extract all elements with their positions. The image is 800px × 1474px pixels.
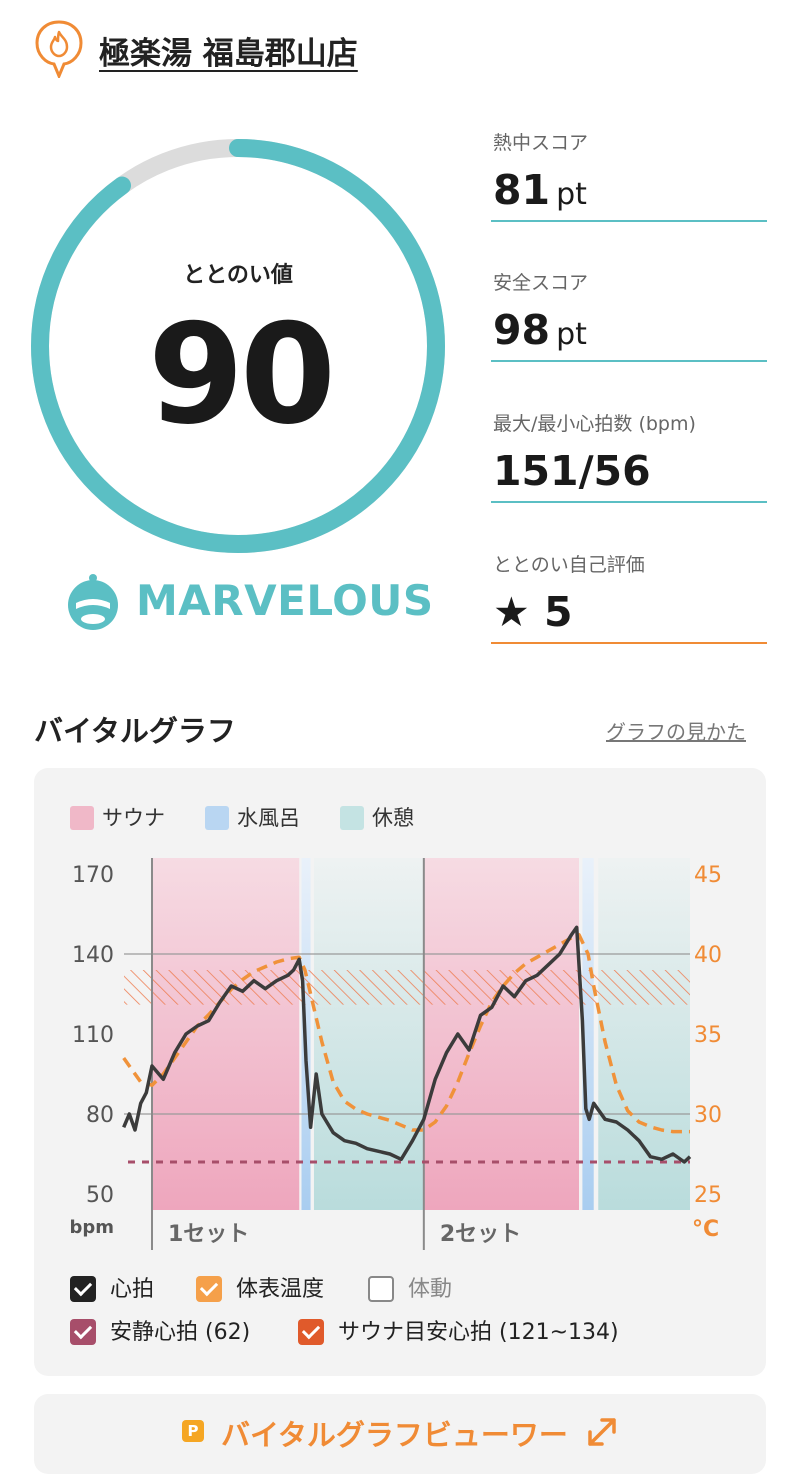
stat-label: 熱中スコア [493,132,589,154]
left-tick-label: 50 [86,1183,114,1208]
venue-name-link[interactable]: 極楽湯 福島郡山店 [99,28,358,73]
toggle-resting-hr[interactable]: 安静心拍 (62) [70,1314,250,1346]
score-value: 90 [147,294,336,455]
divider [491,220,767,222]
toggle-skin-temperature[interactable]: 体表温度 [196,1271,324,1303]
divider [491,642,767,644]
right-tick-label: 35 [694,1023,722,1048]
right-tick-label: 45 [694,863,722,888]
phase-band [313,858,424,1210]
stat-label: ととのい自己評価 [493,554,645,576]
toggle-sauna-target-hr[interactable]: サウナ目安心拍 (121~134) [298,1314,619,1346]
sauna-hat-icon [68,574,118,630]
right-tick-label: 40 [694,943,722,968]
expand-icon[interactable] [584,1414,620,1450]
vital-chart: 170 140 110 80 50 45 40 35 30 25 bpm °C 1セット 2セット [69,858,722,1250]
phase-band [152,858,300,1210]
checkbox[interactable] [196,1276,222,1302]
legend-cold-bath: 水風呂 [205,802,300,832]
sauna-target-band [124,970,690,1005]
left-axis-unit: bpm [69,1217,114,1238]
stat-label: 最大/最小心拍数 (bpm) [493,413,696,435]
checkbox[interactable] [368,1276,394,1302]
score-label: ととのい値 [183,263,293,288]
section-title: バイタルグラフ [34,714,236,748]
checkbox[interactable] [70,1276,96,1302]
stat-value: 151/56 [493,447,651,495]
stat-label: 安全スコア [493,272,589,294]
right-tick-label: 30 [694,1103,722,1128]
legend-swatch [340,806,364,830]
left-tick-label: 170 [72,863,114,888]
stat-value: 98 pt [493,306,587,354]
divider [491,501,767,503]
legend-sauna: サウナ [70,802,165,832]
sauna-venue-icon [35,20,83,78]
stat-value: ★ 5 [493,588,573,636]
viewer-label[interactable]: バイタルグラフビューワー [221,1412,568,1454]
phase-band [423,858,580,1210]
set-label: 2セット [440,1222,521,1247]
premium-badge: P [182,1420,204,1442]
toggle-body-motion[interactable]: 体動 [368,1271,452,1303]
legend-swatch [70,806,94,830]
checkbox[interactable] [70,1319,96,1345]
toggle-heart-rate[interactable]: 心拍 [70,1271,154,1303]
legend-rest: 休憩 [340,802,414,832]
divider [491,360,767,362]
left-tick-label: 110 [72,1023,114,1048]
left-tick-label: 140 [72,943,114,968]
right-tick-label: 25 [694,1183,722,1208]
left-tick-label: 80 [86,1103,114,1128]
score-rank: MARVELOUS [136,576,434,625]
legend-swatch [205,806,229,830]
set-label: 1セット [168,1222,249,1247]
checkbox[interactable] [298,1319,324,1345]
right-axis-unit: °C [692,1217,719,1242]
stat-value: 81 pt [493,166,587,214]
graph-help-link[interactable]: グラフの見かた [606,716,746,745]
